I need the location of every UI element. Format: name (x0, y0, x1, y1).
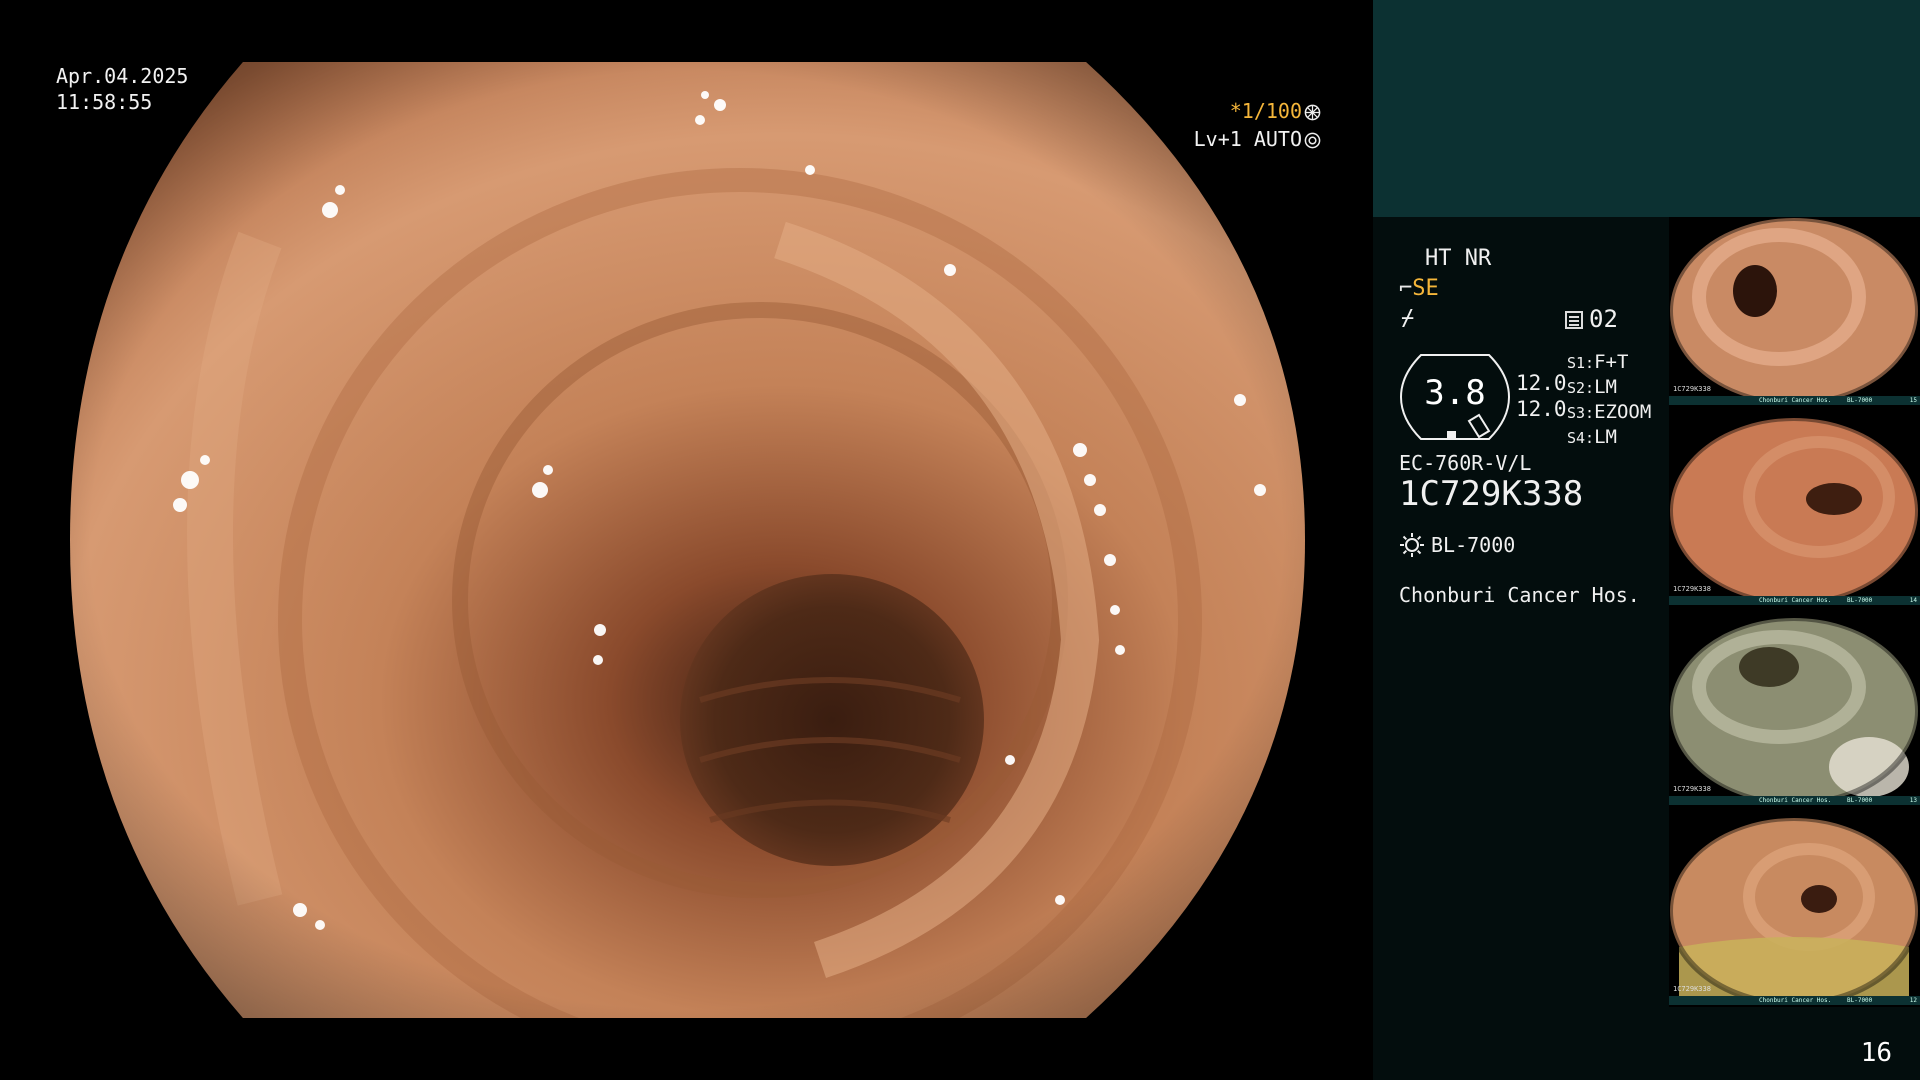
endoscope-live-view: Apr.04.2025 11:58:55 *1/100 Lv+1 AUTO (0, 0, 1373, 1080)
hospital-name: Chonburi Cancer Hos. (1399, 583, 1640, 607)
thumbnail-info-strip: Chonburi Cancer Hos. BL-7000 14 (1669, 596, 1920, 605)
captured-image-strip: 1C729K338 Chonburi Cancer Hos. BL-7000 15 … (1669, 217, 1920, 1007)
light-source: BL-7000 (1399, 531, 1515, 559)
memory-value: 02 (1589, 305, 1618, 333)
panel-footer: 16 (1669, 1007, 1920, 1080)
thumbnail-info-strip: Chonburi Cancer Hos. BL-7000 12 (1669, 996, 1920, 1005)
thumbnail-image (1669, 217, 1920, 405)
captured-thumbnail[interactable]: 1C729K338 Chonburi Cancer Hos. BL-7000 13 (1669, 617, 1920, 805)
lamp-sun-icon (1400, 533, 1424, 557)
function-icon: ⌿ (1401, 306, 1415, 331)
date-time-readout: Apr.04.2025 11:58:55 (56, 63, 188, 115)
structure-enhancement-indicator: ⌐SE (1399, 275, 1439, 303)
thumbnail-serial: 1C729K338 (1673, 985, 1711, 993)
processor-side-panel: HT NR ⌐SE ⌿ 02 3.8 12.0 12.0 S1:F+T S2:L… (1373, 0, 1920, 1080)
thumbnail-image (1669, 817, 1920, 1005)
page-number: 16 (1860, 1038, 1892, 1068)
switch-s4: S4:LM (1567, 426, 1617, 448)
thumbnail-serial: 1C729K338 (1673, 385, 1711, 393)
shutter-value: *1/100 (1229, 99, 1302, 123)
captured-thumbnail[interactable]: 1C729K338 Chonburi Cancer Hos. BL-7000 12 (1669, 817, 1920, 1005)
iris-ring-icon (1304, 132, 1321, 149)
thumbnail-serial: 1C729K338 (1673, 585, 1711, 593)
exam-time: 11:58:55 (56, 90, 153, 114)
thumbnail-serial: 1C729K338 (1673, 785, 1711, 793)
ht-nr-indicator: HT NR (1425, 246, 1492, 271)
iris-readout: Lv+1 AUTO (1194, 126, 1321, 152)
memory-list-icon (1565, 311, 1583, 329)
iris-value: Lv+1 AUTO (1193, 127, 1302, 151)
patient-info-area (1373, 0, 1920, 217)
gauge-value: 3.8 (1424, 373, 1486, 413)
switch-s3: S3:EZOOM (1567, 401, 1652, 423)
enhancement-level-1: 12.0 (1516, 371, 1567, 395)
endoscope-image (70, 62, 1305, 1018)
exam-date: Apr.04.2025 (56, 64, 189, 88)
captured-thumbnail[interactable]: 1C729K338 Chonburi Cancer Hos. BL-7000 15 (1669, 217, 1920, 405)
shutter-readout: *1/100 (1230, 98, 1321, 124)
memory-indicator: 02 (1565, 305, 1618, 333)
shutter-ring-icon (1304, 104, 1321, 121)
switch-s1: S1:F+T (1567, 351, 1629, 373)
thumbnail-info-strip: Chonburi Cancer Hos. BL-7000 15 (1669, 396, 1920, 405)
light-source-label: BL-7000 (1431, 533, 1516, 557)
settings-info-panel: HT NR ⌐SE ⌿ 02 3.8 12.0 12.0 S1:F+T S2:L… (1373, 217, 1669, 1080)
captured-thumbnail[interactable]: 1C729K338 Chonburi Cancer Hos. BL-7000 14 (1669, 417, 1920, 605)
enhancement-level-2: 12.0 (1516, 397, 1567, 421)
se-mode-label: SE (1412, 276, 1439, 301)
thumbnail-image (1669, 417, 1920, 605)
scope-serial: 1C729K338 (1399, 474, 1584, 514)
switch-s2: S2:LM (1567, 376, 1617, 398)
thumbnail-image (1669, 617, 1920, 805)
thumbnail-info-strip: Chonburi Cancer Hos. BL-7000 13 (1669, 796, 1920, 805)
enhancement-icon: ⌐ (1399, 276, 1413, 301)
